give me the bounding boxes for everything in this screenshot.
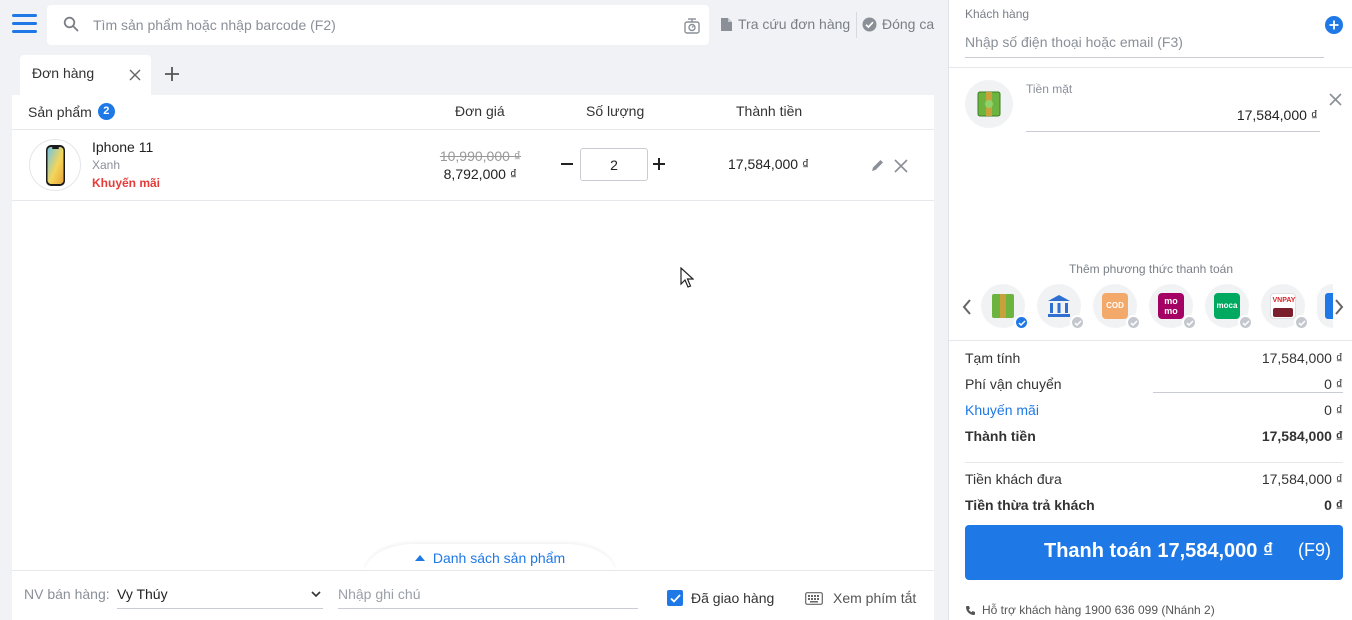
product-count-badge: 2 <box>97 103 115 120</box>
line-total: 17,584,000 ₫ <box>728 156 810 172</box>
payment-method-moca[interactable]: moca <box>1205 284 1253 330</box>
support-line: Hỗ trợ khách hàng 1900 636 099 (Nhánh 2) <box>965 603 1215 617</box>
checkout-shortcut: (F9) <box>1298 540 1331 560</box>
quantity-input[interactable] <box>580 148 648 181</box>
add-customer-icon[interactable] <box>1325 16 1343 34</box>
search-icon <box>63 16 79 32</box>
phone-icon <box>966 605 975 615</box>
search-input[interactable] <box>93 5 653 45</box>
payment-method-cash[interactable] <box>981 284 1029 330</box>
summary-divider <box>965 462 1343 463</box>
customer-input[interactable] <box>965 27 1324 58</box>
table-row[interactable]: Iphone 11 Xanh Khuyến mãi 10,990,000 ₫ 8… <box>12 130 934 201</box>
staff-value: Vy Thúy <box>117 586 168 602</box>
mouse-cursor-icon <box>680 267 694 288</box>
payment-method-vnpay[interactable]: VNPAY <box>1261 284 1309 330</box>
check-icon <box>1126 315 1141 330</box>
order-lookup-link[interactable]: Tra cứu đơn hàng <box>720 16 850 32</box>
add-tab-icon[interactable] <box>164 66 180 82</box>
product-search <box>47 5 709 45</box>
header-qty: Số lượng <box>586 103 645 119</box>
order-lookup-label: Tra cứu đơn hàng <box>738 16 851 32</box>
cash-icon <box>965 80 1013 128</box>
momo-icon: mo mo <box>1158 293 1184 319</box>
document-icon <box>721 17 732 31</box>
note-input[interactable] <box>338 579 638 609</box>
staff-label: NV bán hàng: <box>24 586 110 602</box>
top-bar: Tra cứu đơn hàng Đóng ca <box>0 0 946 48</box>
checkout-button-label: Thanh toán 17,584,000 ₫ <box>1044 540 1274 562</box>
close-shift-link[interactable]: Đóng ca <box>862 16 934 32</box>
toolbar-divider <box>856 12 857 38</box>
close-shift-label: Đóng ca <box>882 16 935 32</box>
checkbox-checked-icon <box>667 590 683 606</box>
keyboard-icon <box>805 591 823 605</box>
header-total: Thành tiền <box>736 103 803 119</box>
header-price: Đơn giá <box>455 103 505 119</box>
product-list-toggle-label: Danh sách sản phẩm <box>432 550 566 566</box>
close-icon[interactable] <box>129 69 141 81</box>
product-list-toggle[interactable]: Danh sách sản phẩm <box>365 544 615 572</box>
check-icon <box>1014 315 1029 330</box>
checkout-button[interactable]: Thanh toán 17,584,000 ₫ (F9) <box>965 525 1343 580</box>
chevron-right-icon[interactable] <box>1334 299 1344 315</box>
vnpay-icon: VNPAY <box>1270 293 1296 319</box>
unit-price: 8,792,000 ₫ <box>443 166 517 182</box>
moca-icon: moca <box>1214 293 1240 319</box>
product-promo[interactable]: Khuyến mãi <box>92 176 160 190</box>
payment-method-bank[interactable] <box>1037 284 1085 330</box>
check-icon <box>1238 315 1253 330</box>
payment-method-momo[interactable]: mo mo <box>1149 284 1197 330</box>
check-icon <box>1294 315 1309 330</box>
chevron-up-icon <box>414 555 425 561</box>
cash-label: Tiền mặt <box>1026 82 1073 96</box>
chevron-down-icon <box>311 591 321 598</box>
remove-icon[interactable] <box>894 159 908 173</box>
tab-order-label: Đơn hàng <box>32 65 95 81</box>
order-tabs: Đơn hàng <box>0 48 946 95</box>
add-payment-method-label: Thêm phương thức thanh toán <box>1068 262 1234 276</box>
tab-order[interactable]: Đơn hàng <box>20 55 151 95</box>
cart-table-header: Sản phẩm 2 Đơn giá Số lượng Thành tiền <box>12 95 934 130</box>
cash-icon <box>992 294 1014 318</box>
staff-select[interactable]: Vy Thúy <box>117 579 323 609</box>
payment-method-more[interactable] <box>1317 284 1333 328</box>
pencil-icon[interactable] <box>870 158 885 173</box>
cash-amount-input[interactable] <box>1026 98 1320 132</box>
delivered-checkbox[interactable]: Đã giao hàng <box>667 590 774 606</box>
shortcuts-link[interactable]: Xem phím tắt <box>805 590 916 606</box>
original-price: 10,990,000 ₫ <box>439 148 521 164</box>
order-summary: Tạm tính 17,584,000 ₫ Phí vận chuyển 0 ₫… <box>949 340 1352 513</box>
shipping-underline <box>1153 392 1343 393</box>
chevron-left-icon[interactable] <box>962 299 972 315</box>
cart-panel: Sản phẩm 2 Đơn giá Số lượng Thành tiền I… <box>12 95 934 572</box>
close-icon[interactable] <box>1329 93 1342 106</box>
customer-label: Khách hàng <box>965 7 1030 21</box>
plus-icon[interactable] <box>652 157 666 171</box>
checkout-pane: Khách hàng Tiền mặt Thêm phương thức tha… <box>948 0 1352 620</box>
product-variant: Xanh <box>92 158 121 172</box>
order-footer: NV bán hàng: Vy Thúy Đã giao hàng Xem ph… <box>12 570 934 620</box>
header-product: Sản phẩm 2 <box>28 103 115 120</box>
menu-icon[interactable] <box>12 14 37 34</box>
product-thumbnail <box>29 139 81 191</box>
scale-icon[interactable] <box>683 16 701 34</box>
check-circle-icon <box>862 17 877 31</box>
bank-icon <box>1048 295 1070 317</box>
cod-icon: COD <box>1102 293 1128 319</box>
discount-link[interactable]: Khuyến mãi <box>965 402 1039 418</box>
minus-icon[interactable] <box>560 157 574 171</box>
delivered-label: Đã giao hàng <box>691 590 775 606</box>
order-pane: Tra cứu đơn hàng Đóng ca Đơn hàng Sản ph… <box>0 0 946 620</box>
payment-method-cod[interactable]: COD <box>1093 284 1141 330</box>
shortcuts-label: Xem phím tắt <box>833 590 917 606</box>
check-icon <box>1182 315 1197 330</box>
support-text: Hỗ trợ khách hàng 1900 636 099 (Nhánh 2) <box>982 603 1215 617</box>
check-icon <box>1070 315 1085 330</box>
customer-section: Khách hàng <box>949 0 1352 68</box>
phone-image-icon <box>46 145 65 186</box>
product-name: Iphone 11 <box>92 139 154 155</box>
